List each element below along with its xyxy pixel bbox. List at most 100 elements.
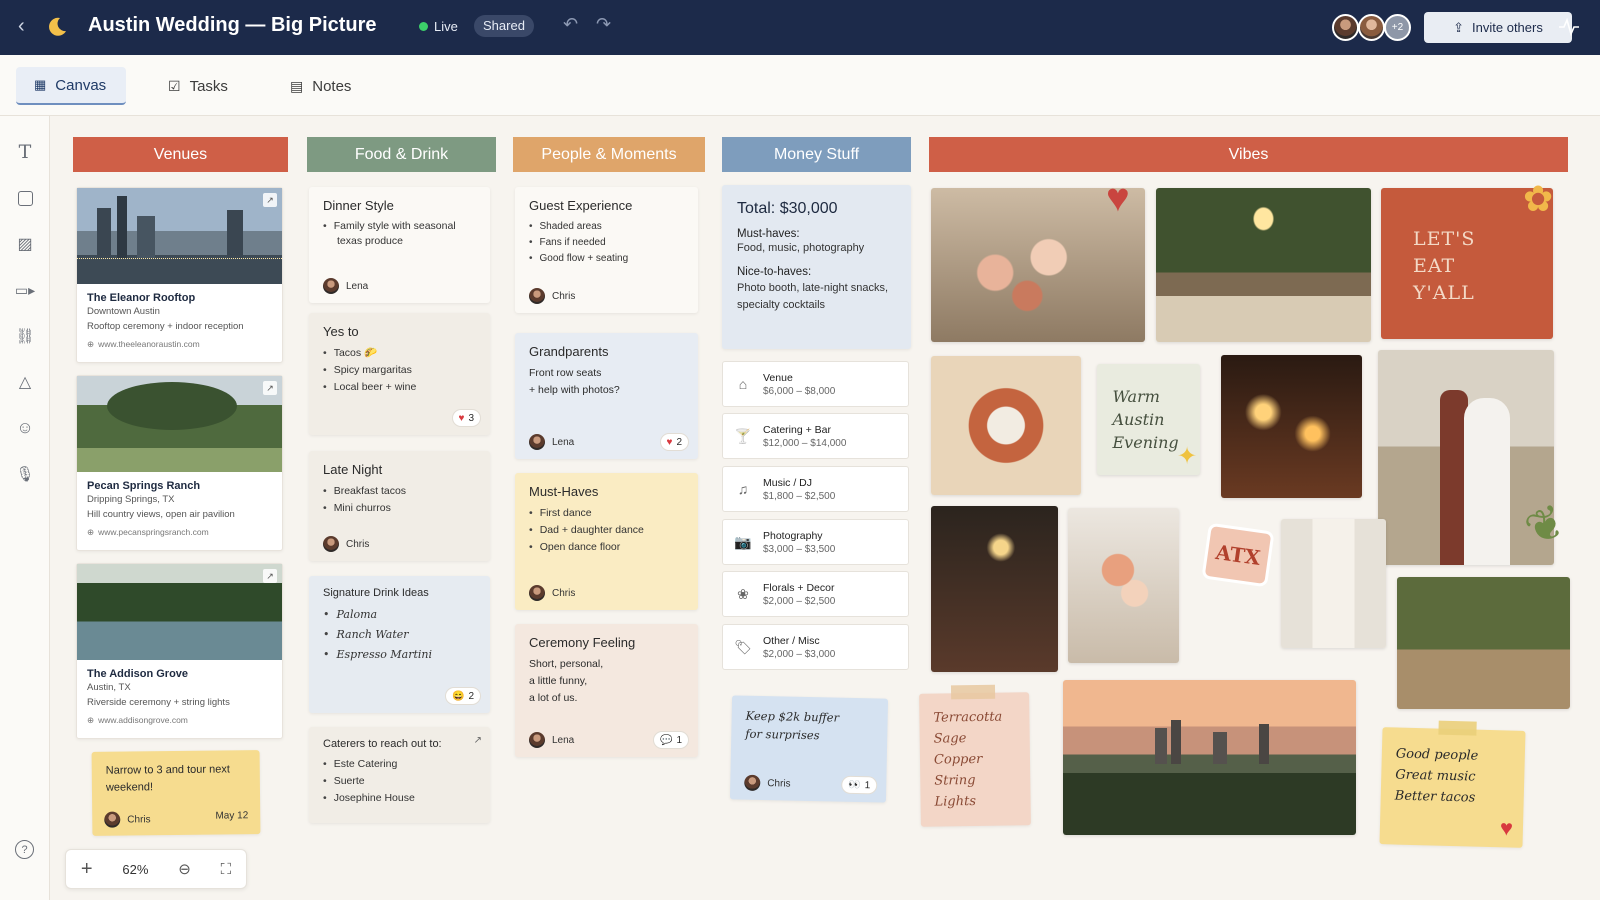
budget-item[interactable]: ♫ Music / DJ $1,800 – $2,500 bbox=[722, 466, 909, 512]
external-link-icon[interactable]: ↗ bbox=[263, 381, 277, 395]
venue-url[interactable]: www.pecanspringsranch.com bbox=[98, 527, 209, 537]
budget-item-value: $3,000 – $3,500 bbox=[763, 543, 836, 555]
note-card[interactable]: Grandparents Front row seats + help with… bbox=[515, 333, 698, 459]
note-card[interactable]: Yes to Tacos 🌮 Spicy margaritas Local be… bbox=[309, 313, 490, 435]
note-item: Tacos 🌮 bbox=[323, 345, 476, 362]
heart-reaction[interactable]: ♥ 2 bbox=[659, 433, 689, 451]
note-item: Shaded areas bbox=[529, 219, 684, 235]
note-card[interactable]: Must-Haves First dance Dad + daughter da… bbox=[515, 473, 698, 610]
author-name: Chris bbox=[552, 587, 576, 599]
sticky-note[interactable]: Terracotta Sage Copper String Lights bbox=[919, 684, 1031, 827]
budget-summary-card[interactable]: Total: $30,000 Must-haves: Food, music, … bbox=[722, 185, 911, 349]
budget-item[interactable]: ⌂ Venue $6,000 – $8,000 bbox=[722, 361, 909, 407]
ceremony-arch-photo[interactable] bbox=[1397, 577, 1570, 709]
heart-icon: ♥ bbox=[666, 436, 673, 448]
note-card[interactable]: Guest Experience Shaded areas Fans if ne… bbox=[515, 187, 698, 313]
comment-icon: 💬 bbox=[659, 734, 673, 746]
external-link-icon[interactable]: ↗ bbox=[263, 193, 277, 207]
column-header-food: Food & Drink bbox=[307, 137, 496, 172]
note-card[interactable]: Ceremony Feeling Short, personal, a litt… bbox=[515, 624, 698, 757]
avatar bbox=[529, 434, 545, 450]
avatar[interactable] bbox=[1358, 14, 1385, 41]
tab-tasks[interactable]: ☑ Tasks bbox=[150, 67, 246, 105]
tab-label: Canvas bbox=[55, 76, 107, 94]
budget-item[interactable]: 🍸 Catering + Bar $12,000 – $14,000 bbox=[722, 413, 909, 459]
microphone-icon[interactable]: 🎙 bbox=[15, 464, 35, 484]
sticky-note[interactable]: Good people Great music Better tacos ♥ bbox=[1379, 720, 1526, 848]
venue-card[interactable]: ↗ Pecan Springs Ranch Dripping Springs, … bbox=[76, 375, 283, 551]
shared-badge[interactable]: Shared bbox=[474, 15, 534, 37]
external-link-icon[interactable]: ↗ bbox=[263, 569, 277, 583]
emoji-tool-icon[interactable]: ☺ bbox=[15, 418, 35, 438]
tab-notes[interactable]: ▤ Notes bbox=[272, 67, 369, 105]
note-item: Open dance floor bbox=[529, 539, 684, 556]
shape-tool-icon[interactable]: △ bbox=[15, 372, 35, 392]
sticky-note[interactable]: Narrow to 3 and tour next weekend! Chris… bbox=[91, 750, 261, 836]
budget-item[interactable]: 📷 Photography $3,000 – $3,500 bbox=[722, 519, 909, 565]
note-card[interactable]: Signature Drink Ideas Paloma Ranch Water… bbox=[309, 576, 490, 713]
link-tool-icon[interactable]: ⛓ bbox=[15, 326, 35, 346]
tab-canvas[interactable]: ▦ Canvas bbox=[16, 67, 126, 105]
more-collaborators-badge[interactable]: +2 bbox=[1384, 14, 1411, 41]
austin-skyline-photo[interactable] bbox=[1063, 680, 1356, 835]
text-tool-icon[interactable]: T bbox=[15, 141, 35, 163]
bouquet-photo[interactable] bbox=[1068, 508, 1179, 663]
venue-card[interactable]: ↗ The Addison Grove Austin, TX Riverside… bbox=[76, 563, 283, 739]
reaction-count: 2 bbox=[468, 690, 474, 702]
redo-icon[interactable]: ↷ bbox=[596, 14, 611, 35]
budget-item[interactable]: 🏷 Other / Misc $2,000 – $3,000 bbox=[722, 624, 909, 670]
nice-to-haves-label: Nice-to-haves: bbox=[737, 266, 812, 278]
budget-item-value: $2,000 – $3,000 bbox=[763, 648, 836, 660]
comment-count: 1 bbox=[676, 734, 682, 746]
live-status: Live bbox=[434, 19, 458, 34]
external-link-icon[interactable]: ↗ bbox=[474, 735, 482, 746]
back-chevron-icon[interactable]: ‹ bbox=[18, 15, 25, 38]
note-item: Mini churros bbox=[323, 500, 476, 517]
zoom-controls: + 62% ⊖ ⛶ bbox=[65, 849, 247, 889]
heart-reaction[interactable]: ♥ 3 bbox=[451, 409, 481, 427]
budget-item-label: Music / DJ bbox=[763, 476, 813, 489]
note-title: Guest Experience bbox=[529, 198, 633, 213]
note-card[interactable]: Caterers to reach out to: ↗ Este Caterin… bbox=[309, 727, 490, 823]
note-card[interactable]: Dinner Style Family style with seasonal … bbox=[309, 187, 490, 303]
sticky-note[interactable]: Keep $2k buffer for surprises Chris 👀 1 bbox=[729, 695, 889, 803]
video-tool-icon[interactable]: ▭▸ bbox=[15, 280, 35, 300]
venue-description: Rooftop ceremony + indoor reception bbox=[87, 320, 244, 332]
board-title[interactable]: Austin Wedding — Big Picture bbox=[88, 14, 377, 37]
note-item: Family style with seasonal texas produce bbox=[323, 219, 476, 249]
candles-photo[interactable] bbox=[1221, 355, 1362, 498]
venue-url[interactable]: www.addisongrove.com bbox=[98, 715, 188, 725]
eyes-reaction[interactable]: 👀 1 bbox=[841, 775, 878, 795]
budget-item-value: $2,000 – $2,500 bbox=[763, 595, 836, 607]
boots-photo[interactable] bbox=[1281, 519, 1386, 648]
author-name: Lena bbox=[552, 734, 575, 746]
place-setting-photo[interactable] bbox=[931, 356, 1081, 495]
note-card[interactable]: Late Night Breakfast tacos Mini churros … bbox=[309, 451, 490, 561]
sticky-line: Better tacos bbox=[1394, 788, 1476, 806]
comment-reaction[interactable]: 💬 1 bbox=[652, 731, 689, 749]
string-lights-table-photo[interactable] bbox=[1156, 188, 1371, 342]
venue-card[interactable]: ↗ The Eleanor Rooftop Downtown Austin Ro… bbox=[76, 187, 283, 363]
activity-icon[interactable] bbox=[1558, 18, 1580, 36]
avatar[interactable] bbox=[1332, 14, 1359, 41]
image-tool-icon[interactable]: ▨ bbox=[15, 234, 35, 254]
zoom-in-icon[interactable]: + bbox=[81, 858, 93, 881]
venue-url[interactable]: www.theeleanoraustin.com bbox=[98, 339, 200, 349]
avatar bbox=[529, 585, 545, 601]
grid-icon: ▦ bbox=[34, 77, 47, 92]
emoji-reaction[interactable]: 😄 2 bbox=[444, 687, 481, 705]
author-name: Lena bbox=[552, 436, 575, 448]
undo-icon[interactable]: ↶ bbox=[563, 14, 578, 35]
zoom-out-icon[interactable]: ⊖ bbox=[178, 860, 191, 878]
budget-item[interactable]: ❀ Florals + Decor $2,000 – $2,500 bbox=[722, 571, 909, 617]
note-line: Front row seats bbox=[529, 367, 602, 379]
dance-floor-photo[interactable] bbox=[931, 506, 1058, 672]
note-item: Este Catering bbox=[323, 756, 476, 773]
help-icon[interactable]: ? bbox=[15, 840, 34, 859]
sticky-note-icon[interactable] bbox=[15, 188, 35, 208]
author-name: Lena bbox=[346, 280, 369, 292]
fullscreen-icon[interactable]: ⛶ bbox=[221, 861, 232, 878]
eyes-emoji-icon: 👀 bbox=[848, 779, 861, 791]
avatar bbox=[529, 288, 545, 304]
invite-button[interactable]: ⇪ Invite others bbox=[1424, 12, 1572, 43]
